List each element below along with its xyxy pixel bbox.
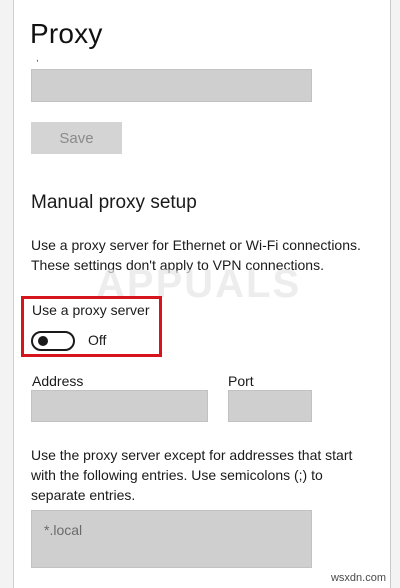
exceptions-description: Use the proxy server except for addresse… bbox=[31, 445, 352, 505]
use-proxy-toggle[interactable] bbox=[31, 331, 75, 351]
script-address-field[interactable] bbox=[31, 69, 312, 102]
exceptions-textarea[interactable] bbox=[31, 510, 312, 568]
address-input[interactable] bbox=[31, 390, 208, 422]
toggle-knob bbox=[38, 336, 48, 346]
toggle-state-label: Off bbox=[88, 332, 107, 348]
save-button[interactable]: Save bbox=[31, 122, 122, 154]
exceptions-line-3: separate entries. bbox=[31, 487, 136, 503]
use-proxy-label: Use a proxy server bbox=[32, 302, 150, 318]
exceptions-line-2: with the following entries. Use semicolo… bbox=[31, 467, 323, 483]
page: Proxy , Save Manual proxy setup Use a pr… bbox=[0, 0, 400, 588]
cropped-label: , bbox=[36, 56, 39, 62]
description-line-1: Use a proxy server for Ethernet or Wi-Fi… bbox=[31, 237, 361, 253]
page-title: Proxy bbox=[30, 18, 103, 49]
exceptions-line-1: Use the proxy server except for addresse… bbox=[31, 447, 353, 463]
manual-proxy-heading: Manual proxy setup bbox=[31, 192, 197, 213]
address-label: Address bbox=[32, 373, 84, 389]
port-input[interactable] bbox=[228, 390, 312, 422]
port-label: Port bbox=[228, 373, 254, 389]
site-watermark: wsxdn.com bbox=[330, 572, 386, 584]
exceptions-value: *.local bbox=[44, 522, 83, 538]
